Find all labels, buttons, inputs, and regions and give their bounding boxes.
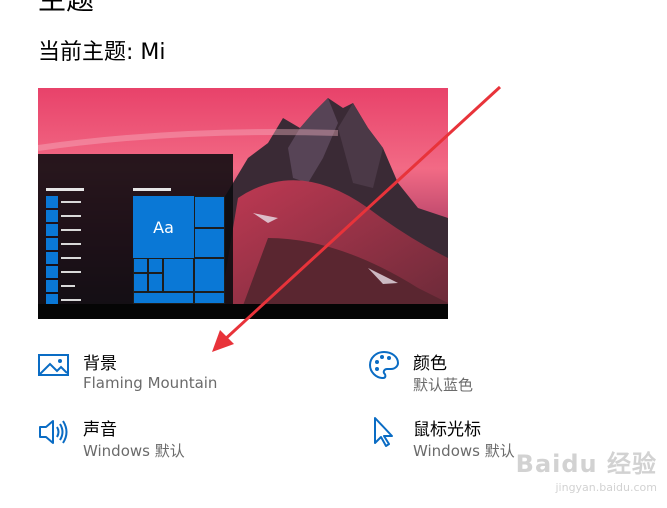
sound-title: 声音 bbox=[83, 420, 117, 440]
color-value: 默认蓝色 bbox=[413, 376, 474, 394]
palette-icon bbox=[368, 350, 400, 380]
speaker-icon bbox=[39, 420, 68, 444]
color-title: 颜色 bbox=[413, 354, 447, 374]
tile bbox=[148, 258, 163, 273]
page-title: 主题 bbox=[38, 0, 94, 18]
cursor-title: 鼠标光标 bbox=[413, 420, 481, 440]
tile bbox=[194, 292, 225, 304]
current-theme-label: 当前主题: Mi bbox=[38, 40, 166, 65]
background-title: 背景 bbox=[83, 354, 117, 374]
tile bbox=[194, 196, 225, 228]
tile bbox=[133, 258, 148, 273]
tile bbox=[133, 273, 148, 292]
theme-preview: Aa bbox=[38, 88, 448, 319]
tile-aa: Aa bbox=[133, 196, 194, 258]
watermark: Baidu 经验 jingyan.baidu.com bbox=[516, 444, 657, 494]
tiles-header-bar bbox=[133, 188, 171, 191]
list-header-bar bbox=[46, 188, 84, 191]
watermark-logo: Baidu 经验 bbox=[515, 450, 657, 478]
cursor-value: Windows 默认 bbox=[413, 442, 515, 460]
taskbar-preview bbox=[38, 304, 448, 319]
cursor-icon bbox=[374, 417, 393, 447]
tile bbox=[133, 292, 194, 304]
start-menu-preview: Aa bbox=[38, 154, 233, 319]
image-icon bbox=[38, 354, 69, 376]
tile bbox=[194, 258, 225, 292]
background-value: Flaming Mountain bbox=[83, 374, 218, 392]
sound-value: Windows 默认 bbox=[83, 442, 185, 460]
watermark-url: jingyan.baidu.com bbox=[555, 481, 657, 494]
tile bbox=[163, 258, 194, 292]
tile bbox=[194, 228, 225, 258]
tile bbox=[148, 273, 163, 292]
